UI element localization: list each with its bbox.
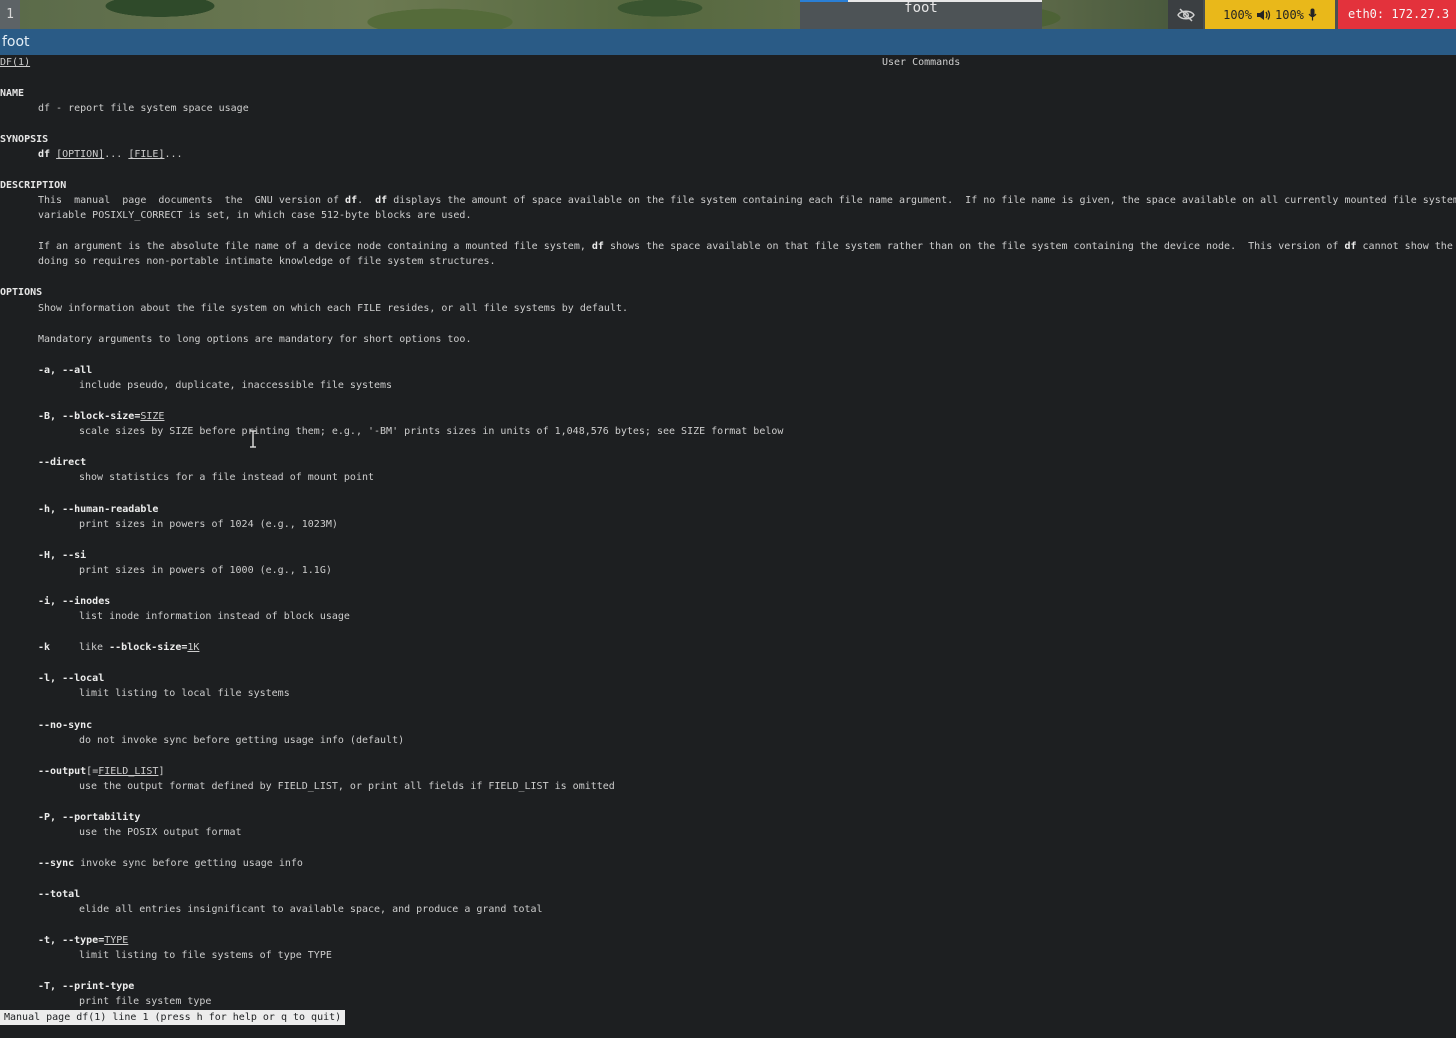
section-heading-name: NAME — [0, 88, 25, 99]
option-human-readable: -h, --human-readable — [38, 504, 159, 515]
option-portability-desc: use the POSIX output format — [79, 827, 242, 838]
option-inodes: -i, --inodes — [38, 596, 111, 607]
window-titlebar[interactable]: foot — [0, 29, 1456, 55]
option-output: --output[=FIELD_LIST] — [38, 766, 165, 777]
option-k-desc: like --block-size=1K — [79, 642, 200, 653]
option-print-type-desc: print file system type — [79, 996, 212, 1007]
option-si: -H, --si — [38, 550, 87, 561]
option-all-desc: include pseudo, duplicate, inaccessible … — [79, 380, 393, 391]
name-text: df - report file system space usage — [38, 103, 249, 114]
options-intro: Show information about the file system o… — [38, 303, 629, 314]
pager-status-line: Manual page df(1) line 1 (press h for he… — [0, 1010, 346, 1025]
volume-level: 100% — [1223, 7, 1252, 22]
network-status[interactable]: eth0: 172.27.3 — [1338, 0, 1456, 29]
option-local: -l, --local — [38, 673, 105, 684]
option-human-readable-desc: print sizes in powers of 1024 (e.g., 102… — [79, 519, 338, 530]
option-k: -k — [38, 642, 51, 653]
visibility-toggle[interactable] — [1168, 0, 1203, 29]
option-sync: --sync invoke sync before getting usage … — [38, 858, 303, 869]
man-header-left: DF(1) — [0, 57, 31, 68]
option-portability: -P, --portability — [38, 812, 141, 823]
option-no-sync: --no-sync — [38, 720, 93, 731]
terminal-content[interactable]: DF(1) User Commands NAME df - report fil… — [0, 55, 1456, 1010]
description-para2-line2: doing so requires non-portable intimate … — [38, 256, 496, 267]
option-type-desc: limit listing to file systems of type TY… — [79, 950, 332, 961]
description-para1-line2: variable POSIXLY_CORRECT is set, in whic… — [38, 210, 472, 221]
workspace-button[interactable]: 1 — [0, 0, 20, 29]
option-output-desc: use the output format defined by FIELD_L… — [79, 781, 615, 792]
option-inodes-desc: list inode information instead of block … — [79, 611, 350, 622]
option-all: -a, --all — [38, 365, 93, 376]
option-direct: --direct — [38, 457, 87, 468]
section-heading-options: OPTIONS — [0, 287, 43, 298]
audio-status[interactable]: 100% 100% — [1205, 0, 1335, 29]
description-para1-line1: This manual page documents the GNU versi… — [38, 195, 1456, 206]
microphone-icon — [1308, 8, 1317, 21]
description-para2-line1: If an argument is the absolute file name… — [38, 241, 1453, 252]
synopsis-line: df [OPTION]... [FILE]... — [38, 149, 183, 160]
option-block-size-desc: scale sizes by SIZE before printing them… — [79, 426, 784, 437]
option-local-desc: limit listing to local file systems — [79, 688, 290, 699]
option-si-desc: print sizes in powers of 1000 (e.g., 1.1… — [79, 565, 332, 576]
section-heading-synopsis: SYNOPSIS — [0, 134, 49, 145]
section-heading-description: DESCRIPTION — [0, 180, 67, 191]
option-total-desc: elide all entries insignificant to avail… — [79, 904, 543, 915]
text-cursor-icon — [250, 430, 256, 448]
eye-off-icon — [1176, 7, 1195, 22]
top-status-bar: 1 foot 100% 100% eth0: 172.27.3 — [0, 0, 1456, 29]
option-no-sync-desc: do not invoke sync before getting usage … — [79, 735, 405, 746]
option-total: --total — [38, 889, 81, 900]
option-block-size: -B, --block-size=SIZE — [38, 411, 165, 422]
option-direct-desc: show statistics for a file instead of mo… — [79, 472, 375, 483]
speaker-icon — [1257, 9, 1271, 20]
focused-window-title[interactable]: foot — [800, 0, 1042, 29]
options-mandatory-note: Mandatory arguments to long options are … — [38, 334, 472, 345]
mic-level: 100% — [1275, 7, 1304, 22]
option-print-type: -T, --print-type — [38, 981, 135, 992]
option-type: -t, --type=TYPE — [38, 935, 129, 946]
man-header-center: User Commands — [882, 57, 961, 68]
